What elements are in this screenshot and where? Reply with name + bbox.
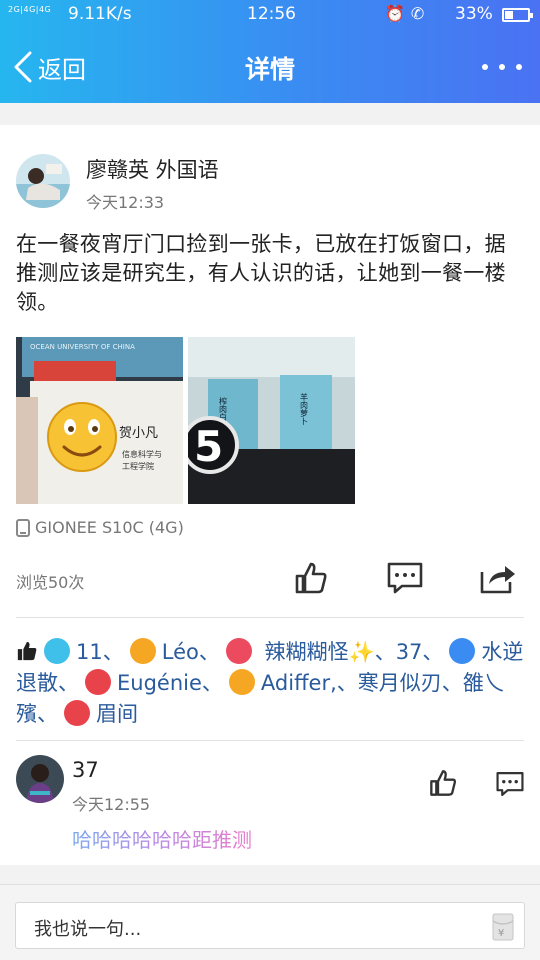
like-user[interactable]: 37 [396,640,423,664]
share-icon [480,566,515,594]
hd-call-icon: ✆ [410,4,431,23]
thumbs-up-icon [295,562,327,594]
author-name[interactable]: 廖赣英 外国语 [86,154,219,184]
likes-list: 11、 Léo、 辣糊糊怪✨、37、 水逆退散、 Eugénie、 Adiffer,、寒… [16,638,524,726]
status-icons: ⏰✆ [385,4,430,23]
top-bar: 2G|4G|4G 9.11K/s 12:56 ⏰✆ 33% 返回 详情 [0,0,540,103]
comment-reply-button[interactable] [495,770,535,810]
commenter-avatar[interactable] [16,755,64,803]
like-user[interactable]: 辣糊糊怪✨ [265,640,375,664]
bottom-input-bar: 我也说一句... ¥ [0,884,540,960]
post-content: 在一餐夜宵厅门口捡到一张卡，已放在打饭窗口，据推测应该是研究生，有人认识的话，让… [16,232,506,314]
like-user[interactable]: Eugénie [117,671,202,695]
comment-time: 今天12:55 [72,795,151,814]
divider [16,740,524,741]
like-avatar-icon[interactable] [225,638,252,664]
like-avatar-icon[interactable] [64,700,90,726]
svg-text:¥: ¥ [498,928,504,939]
battery-percent: 33% [455,4,493,24]
author-avatar[interactable] [16,154,70,208]
like-avatar-icon[interactable] [85,669,111,695]
card-header: OCEAN UNIVERSITY OF CHINA [30,343,135,351]
comment-input-placeholder: 我也说一句... [34,919,142,940]
like-button[interactable] [293,560,333,600]
post-image-student-card[interactable]: OCEAN UNIVERSITY OF CHINA 贺小凡 信息科学与 工程学院 [16,337,183,504]
red-packet-icon[interactable]: ¥ [492,913,514,941]
network-indicator: 2G|4G|4G [8,5,52,14]
commenter-name[interactable]: 37 [72,758,99,782]
view-count: 浏览50次 [16,573,85,592]
like-user[interactable]: Léo [162,640,199,664]
sign-2: 羊肉萝卜 [300,392,309,425]
card-dept-1: 信息科学与 [122,449,162,459]
thumbs-up-icon [17,641,37,661]
post-image-canteen-window[interactable]: 榨肉白菜 羊肉萝卜 5 [188,337,355,504]
like-avatar-icon[interactable] [44,638,70,664]
alarm-icon: ⏰ [385,4,411,23]
share-button[interactable] [479,560,519,600]
post-time: 今天12:33 [86,193,165,212]
comment-like-button[interactable] [428,768,468,808]
device-info: GIONEE S10C (4G) [16,518,184,537]
comment-button[interactable] [386,560,426,600]
window-number: 5 [194,422,223,471]
status-time: 12:56 [247,4,296,24]
more-menu-button[interactable] [482,52,522,82]
thumbs-up-icon [430,770,457,796]
like-avatar-icon[interactable] [129,638,156,664]
nav-bar: 返回 详情 [0,28,540,103]
dot-icon [499,64,505,70]
like-user[interactable]: 11 [76,640,103,664]
like-user[interactable]: Adiffer, [261,671,337,695]
card-name: 贺小凡 [119,426,158,441]
like-avatar-icon[interactable] [228,669,255,695]
page-title: 详情 [244,55,295,84]
dot-icon [482,64,488,70]
like-user[interactable]: 眉间 [96,702,138,726]
battery-icon [502,8,533,22]
comment-text: 哈哈哈哈哈哈距推测 [72,824,252,853]
card-dept-2: 工程学院 [122,461,154,471]
device-name: GIONEE S10C (4G) [35,518,184,537]
dot-icon [516,64,522,70]
comment-icon [387,562,423,594]
like-user[interactable]: 寒月似刃 [358,671,442,695]
phone-icon [16,518,30,537]
comment-icon [496,772,524,796]
divider [16,617,524,618]
network-speed: 9.11K/s [68,4,132,24]
like-avatar-icon[interactable] [449,638,476,664]
status-bar: 2G|4G|4G 9.11K/s 12:56 ⏰✆ 33% [0,0,540,28]
comment-input[interactable]: 我也说一句... ¥ [15,902,525,949]
